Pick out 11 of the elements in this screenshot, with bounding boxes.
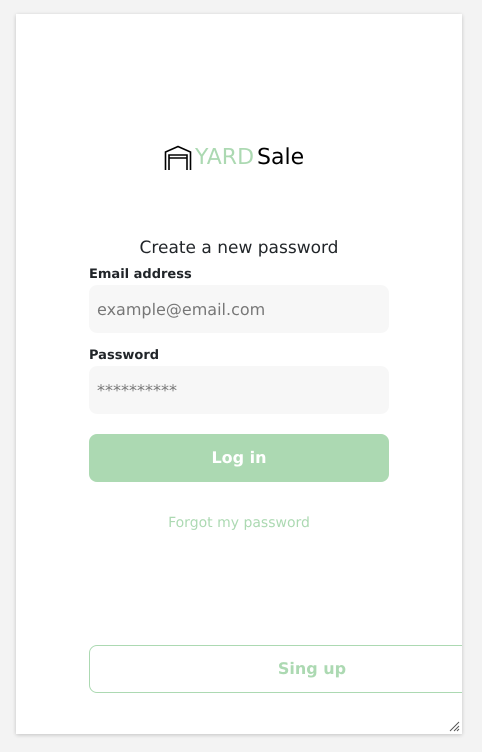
input-field[interactable]: ********** xyxy=(89,366,389,414)
form-title: Create a new password xyxy=(138,237,340,260)
field-label: Email address xyxy=(89,266,192,284)
input-field[interactable]: example@email.com xyxy=(89,285,389,333)
signup-button[interactable]: Sing up xyxy=(89,645,462,693)
resize-handle-icon[interactable] xyxy=(448,720,460,732)
garage-icon xyxy=(164,144,192,170)
forgot-password-link[interactable]: Forgot my password xyxy=(168,513,310,534)
logo-text: Sale xyxy=(257,144,304,172)
field-label: Password xyxy=(89,347,160,365)
logo-text: YARD xyxy=(195,144,254,172)
